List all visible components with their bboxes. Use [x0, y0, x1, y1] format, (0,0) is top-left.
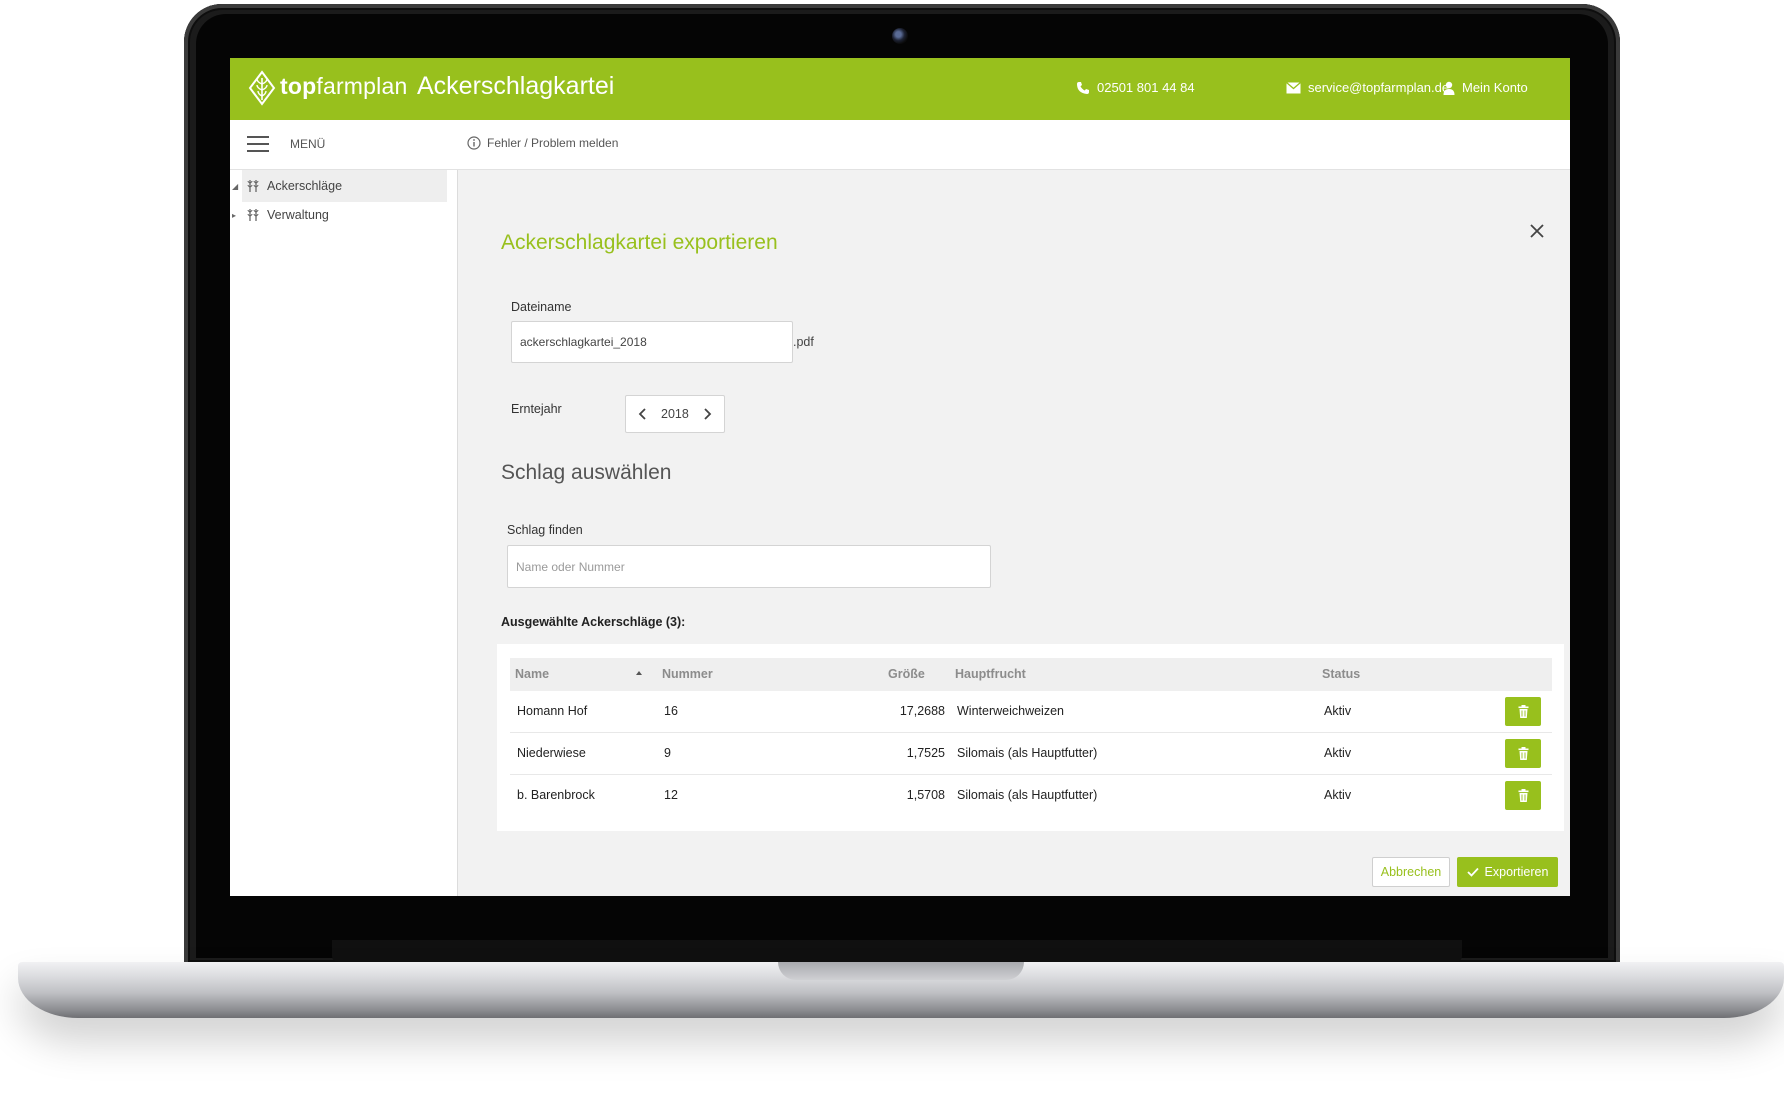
column-header-status[interactable]: Status	[1322, 667, 1360, 681]
mail-icon	[1286, 81, 1301, 93]
search-label: Schlag finden	[507, 523, 583, 537]
cell-name: Homann Hof	[517, 704, 588, 718]
cell-groesse: 1,7525	[906, 746, 945, 760]
cell-hauptfrucht: Silomais (als Hauptfutter)	[957, 788, 1098, 802]
filename-label: Dateiname	[511, 300, 572, 314]
account-link[interactable]: Mein Konto	[1443, 80, 1528, 95]
wheat-logo-icon	[248, 70, 276, 106]
trash-icon	[1518, 747, 1528, 760]
sidebar-item-verwaltung[interactable]: ▸ Verwaltung	[230, 199, 447, 231]
delete-row-button[interactable]	[1505, 697, 1541, 726]
sub-bar: MENÜ Fehler / Problem melden	[230, 120, 1570, 170]
sidebar-item-label: Verwaltung	[267, 208, 329, 222]
user-icon	[1443, 81, 1455, 95]
logo-text[interactable]: topfarmplan	[280, 73, 407, 100]
sidebar-item-label: Ackerschläge	[267, 179, 343, 193]
selected-fields-title: Ausgewählte Ackerschläge (3):	[501, 615, 686, 629]
fields-icon	[247, 209, 259, 221]
chevron-left-icon[interactable]	[636, 407, 650, 421]
cell-hauptfrucht: Silomais (als Hauptfutter)	[957, 746, 1098, 760]
cell-nummer: 16	[664, 704, 678, 718]
info-icon	[467, 136, 481, 150]
app-screen: topfarmplan Ackerschlagkartei 02501 801 …	[230, 58, 1570, 896]
checkmark-icon	[1466, 867, 1479, 877]
app-title: Ackerschlagkartei	[417, 72, 615, 100]
email-contact[interactable]: service@topfarmplan.de	[1286, 80, 1449, 95]
delete-row-button[interactable]	[1505, 739, 1541, 768]
cell-status: Aktiv	[1324, 788, 1352, 802]
trash-icon	[1518, 705, 1528, 718]
harvest-year-label: Erntejahr	[511, 402, 562, 416]
chevron-right-icon[interactable]	[700, 407, 714, 421]
logo-regular: farmplan	[316, 73, 408, 99]
menu-label[interactable]: MENÜ	[290, 137, 325, 151]
account-label: Mein Konto	[1462, 80, 1528, 95]
filename-input[interactable]	[511, 321, 793, 363]
search-input[interactable]	[507, 545, 991, 588]
column-header-name[interactable]: Name	[515, 667, 549, 681]
cell-nummer: 12	[664, 788, 678, 802]
cell-groesse: 1,5708	[906, 788, 945, 802]
webcam	[892, 28, 908, 44]
column-header-groesse[interactable]: Größe	[888, 667, 925, 681]
phone-contact[interactable]: 02501 801 44 84	[1076, 80, 1195, 95]
dialog-title: Ackerschlagkartei exportieren	[501, 231, 778, 254]
cell-status: Aktiv	[1324, 746, 1352, 760]
phone-icon	[1077, 81, 1089, 94]
phone-number: 02501 801 44 84	[1097, 80, 1195, 95]
cancel-button[interactable]: Abbrechen	[1372, 857, 1450, 887]
cell-hauptfrucht: Winterweichweizen	[957, 704, 1064, 718]
export-button[interactable]: Exportieren	[1457, 857, 1558, 887]
menu-toggle-icon[interactable]	[247, 136, 269, 152]
report-problem-link[interactable]: Fehler / Problem melden	[467, 136, 618, 150]
table-row[interactable]: Niederwiese 9 1,7525 Silomais (als Haupt…	[510, 733, 1552, 775]
trash-icon	[1518, 789, 1528, 802]
cell-status: Aktiv	[1324, 704, 1352, 718]
sidebar-item-ackerschlaege[interactable]: ◢ Ackerschläge	[232, 170, 447, 202]
selected-fields-table: Name Nummer Größe Hauptfrucht Status Hom…	[497, 644, 1564, 831]
close-icon[interactable]	[1528, 222, 1546, 240]
email-address: service@topfarmplan.de	[1308, 80, 1450, 95]
column-header-hauptfrucht[interactable]: Hauptfrucht	[955, 667, 1026, 681]
logo-bold: top	[280, 73, 317, 99]
harvest-year-value: 2018	[661, 407, 689, 421]
cell-name: b. Barenbrock	[517, 788, 595, 802]
cell-groesse: 17,2688	[899, 704, 945, 718]
export-label: Exportieren	[1484, 865, 1549, 879]
table-row[interactable]: Homann Hof 16 17,2688 Winterweichweizen …	[510, 691, 1552, 733]
table-header: Name Nummer Größe Hauptfrucht Status	[510, 658, 1552, 691]
delete-row-button[interactable]	[1505, 781, 1541, 810]
cell-nummer: 9	[664, 746, 671, 760]
top-bar: topfarmplan Ackerschlagkartei 02501 801 …	[230, 58, 1570, 120]
section-title: Schlag auswählen	[501, 461, 672, 484]
report-problem-label: Fehler / Problem melden	[487, 136, 619, 150]
sort-asc-icon[interactable]	[635, 669, 643, 677]
laptop-hinge	[332, 940, 1462, 962]
sidebar: ◢ Ackerschläge ▸ Verwaltung	[230, 170, 458, 896]
laptop-notch	[778, 962, 1024, 980]
column-header-nummer[interactable]: Nummer	[662, 667, 713, 681]
table-row[interactable]: b. Barenbrock 12 1,5708 Silomais (als Ha…	[510, 775, 1552, 817]
filename-suffix: .pdf	[793, 335, 814, 349]
collapsed-caret-icon: ▸	[232, 210, 237, 220]
harvest-year-stepper: 2018	[625, 395, 725, 433]
cell-name: Niederwiese	[517, 746, 586, 760]
expanded-caret-icon: ◢	[232, 181, 239, 191]
fields-icon	[247, 180, 259, 192]
